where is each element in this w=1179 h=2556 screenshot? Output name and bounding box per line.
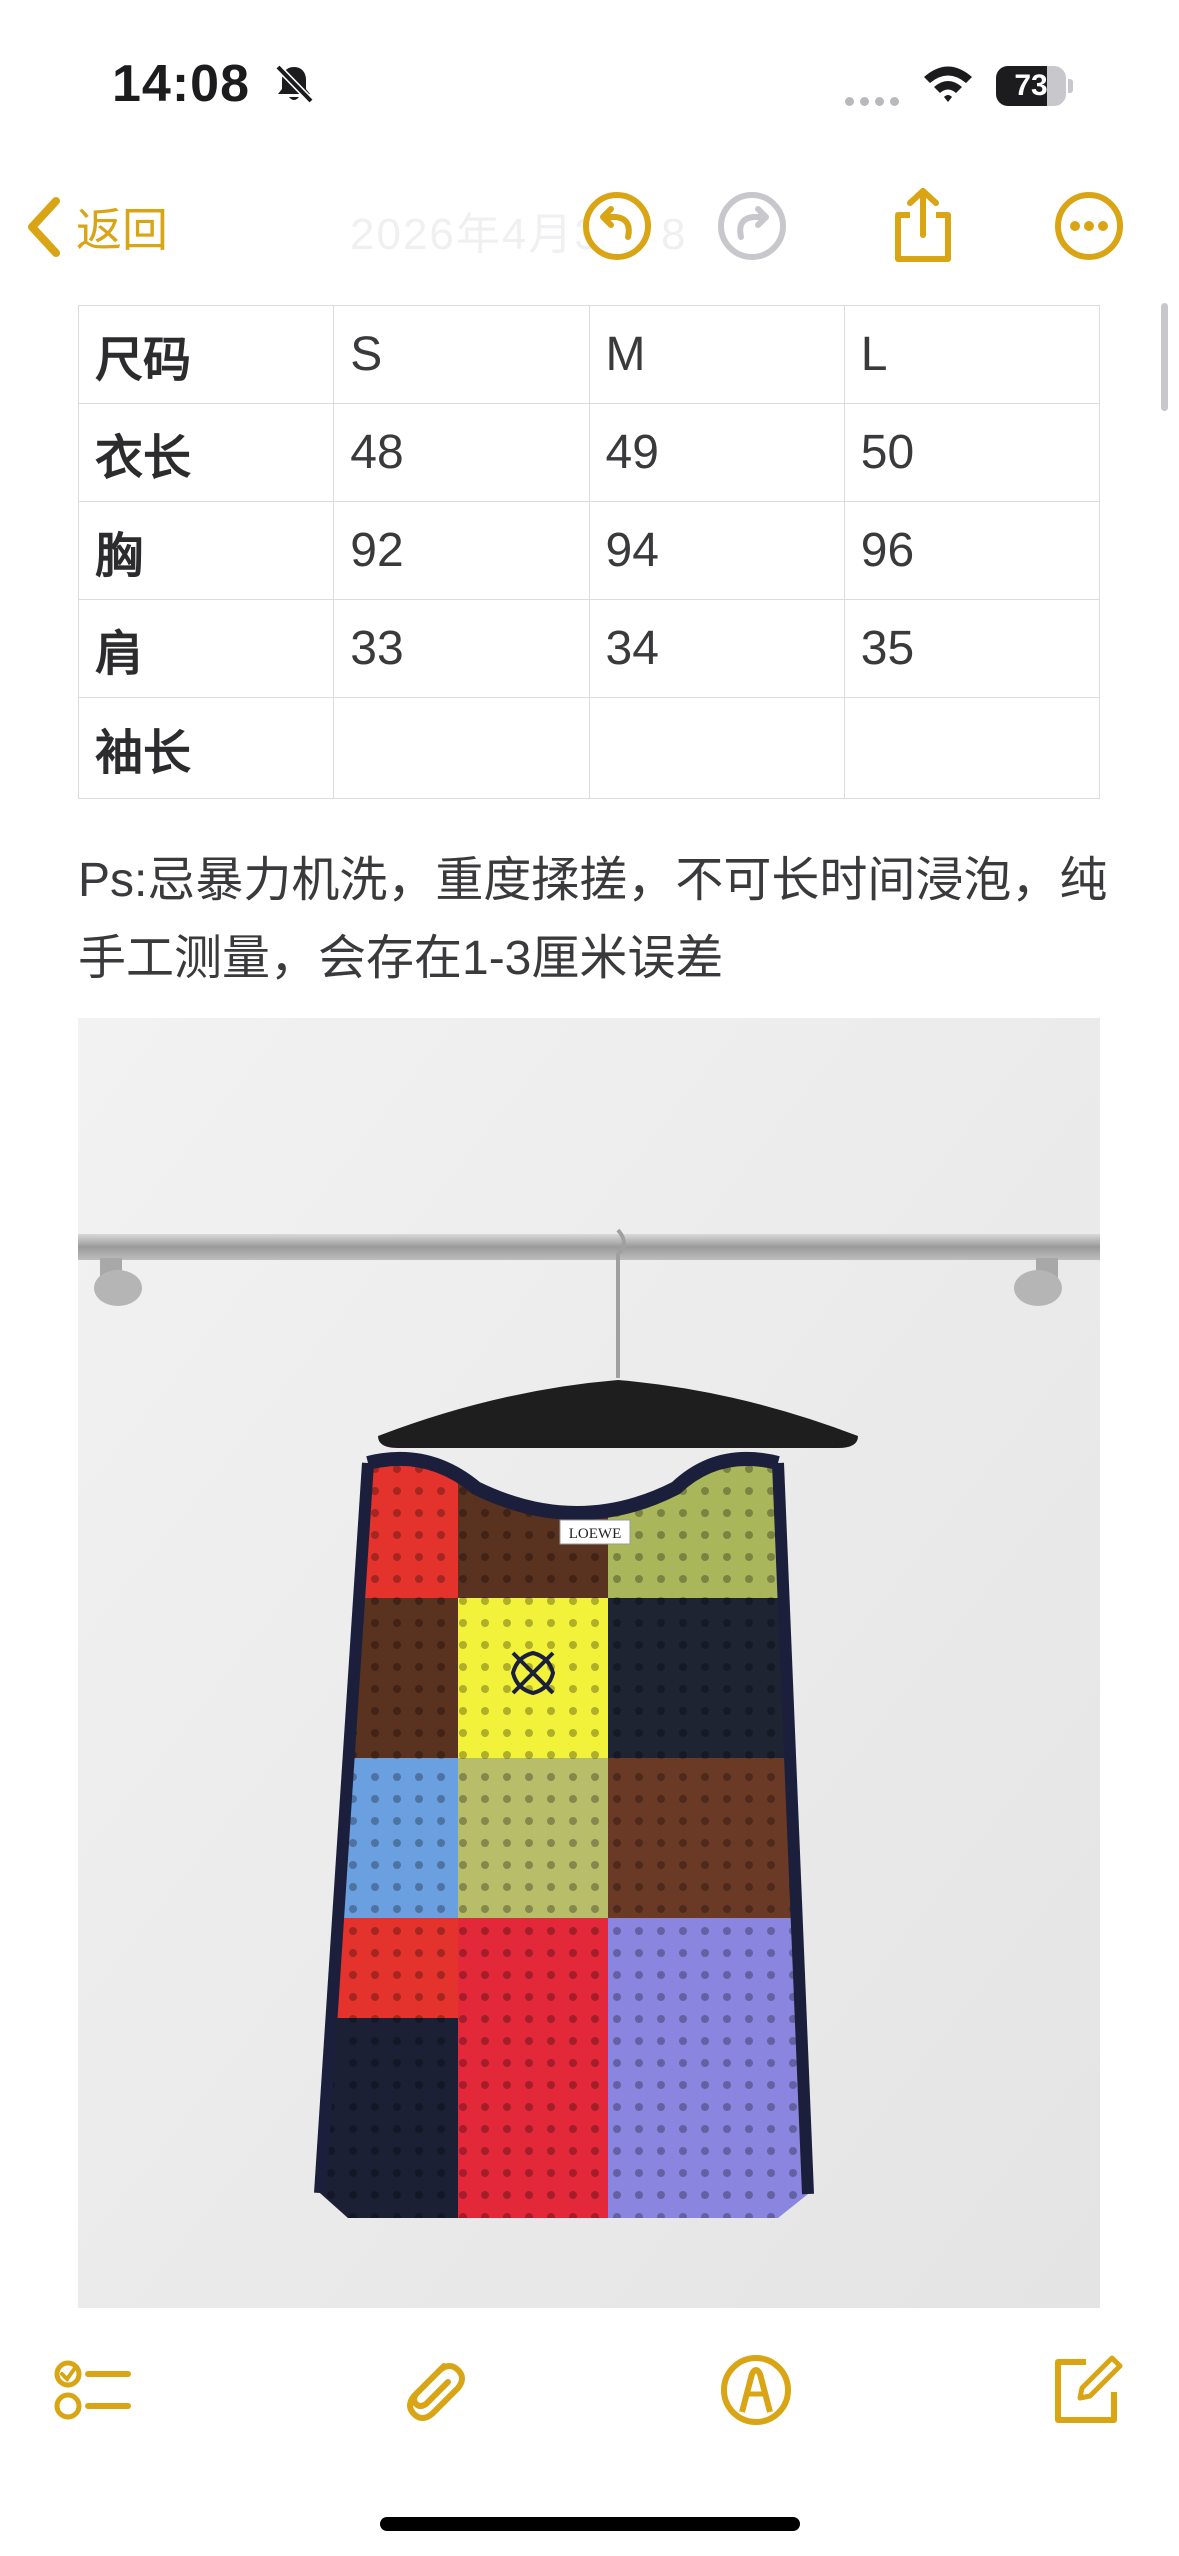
table-cell[interactable]: 92 <box>333 501 590 600</box>
table-cell[interactable]: 胸 <box>77 501 335 600</box>
table-row: 肩 33 34 35 <box>77 599 1101 698</box>
table-cell[interactable]: 35 <box>843 599 1101 698</box>
table-cell[interactable]: L <box>843 305 1101 404</box>
table-cell[interactable] <box>588 697 845 799</box>
table-cell[interactable]: 48 <box>333 403 590 502</box>
table-cell[interactable]: M <box>588 305 845 404</box>
scroll-indicator[interactable] <box>1161 303 1168 411</box>
battery-indicator: 73 <box>996 66 1074 106</box>
size-table: 尺码 S M L 衣长 48 49 50 胸 92 94 96 肩 33 34 … <box>77 305 1101 799</box>
product-photo[interactable]: LOEWE <box>78 1018 1100 2308</box>
undo-icon[interactable] <box>576 185 658 267</box>
note-text[interactable]: Ps:忌暴力机洗，重度揉搓，不可长时间浸泡，纯手工测量，会存在1-3厘米误差 <box>78 842 1108 998</box>
share-icon[interactable] <box>882 185 964 267</box>
status-bar: 14:08 73 <box>0 0 1179 150</box>
table-cell[interactable]: 33 <box>333 599 590 698</box>
home-indicator[interactable] <box>380 2517 800 2531</box>
table-cell[interactable]: 肩 <box>77 599 335 698</box>
table-cell[interactable] <box>333 697 590 799</box>
silent-bell-icon <box>275 64 314 104</box>
table-cell[interactable]: 34 <box>588 599 845 698</box>
bottom-toolbar <box>0 2330 1179 2450</box>
attachment-icon[interactable] <box>392 2350 472 2430</box>
table-cell[interactable]: 96 <box>843 501 1101 600</box>
brand-label: LOEWE <box>569 1526 621 1542</box>
table-row: 尺码 S M L <box>77 305 1101 404</box>
table-row: 衣长 48 49 50 <box>77 403 1101 502</box>
navigation-bar: 返回 2026年4月3日 8 <box>0 170 1179 290</box>
more-icon[interactable] <box>1048 185 1130 267</box>
table-row: 胸 92 94 96 <box>77 501 1101 600</box>
table-cell[interactable]: 袖长 <box>77 697 335 799</box>
checklist-icon[interactable] <box>52 2350 132 2430</box>
table-cell[interactable]: 衣长 <box>77 403 335 502</box>
redo-icon[interactable] <box>711 185 793 267</box>
back-label: 返回 <box>76 204 168 256</box>
table-cell[interactable]: 49 <box>588 403 845 502</box>
table-cell[interactable]: S <box>333 305 590 404</box>
cellular-signal-icon <box>845 93 905 111</box>
table-cell[interactable] <box>843 697 1101 799</box>
back-chevron-icon <box>28 197 60 257</box>
compose-icon[interactable] <box>1046 2350 1126 2430</box>
table-cell[interactable]: 50 <box>843 403 1101 502</box>
markup-icon[interactable] <box>716 2350 796 2430</box>
table-cell[interactable]: 94 <box>588 501 845 600</box>
back-button[interactable]: 返回 <box>22 192 168 262</box>
status-time: 14:08 <box>112 55 250 113</box>
wifi-icon <box>924 66 972 102</box>
battery-level: 73 <box>1014 69 1048 102</box>
table-cell[interactable]: 尺码 <box>77 305 335 404</box>
knit-vest-image: LOEWE <box>78 1018 1100 2308</box>
table-row: 袖长 <box>77 697 1101 799</box>
